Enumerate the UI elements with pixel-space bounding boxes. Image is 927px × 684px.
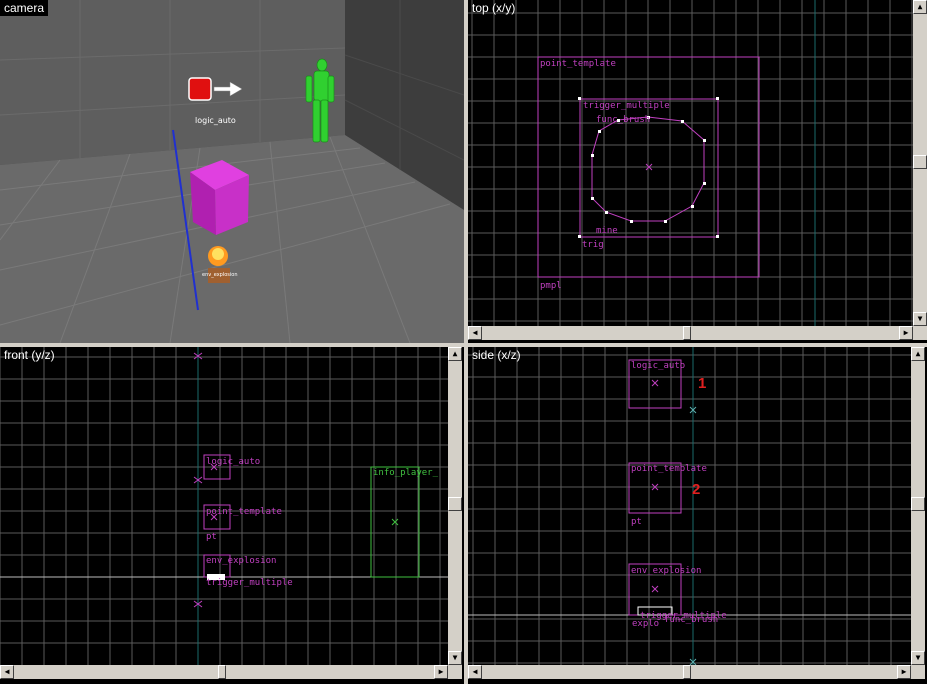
top-vscroll-thumb[interactable] [913,155,927,169]
side-marker-2: 2 [692,481,701,498]
top-hscroll-right-icon[interactable]: ▶ [899,326,913,340]
front-vscroll-down-icon[interactable]: ▼ [448,651,462,665]
top-label-pmpl: pmpl [540,281,562,291]
side-viewport-title: side (x/z) [472,348,521,362]
front-entities [0,347,448,665]
front-label-logic-auto: logic_auto [206,457,261,467]
front-label-pt: pt [206,532,217,542]
top-vscroll-up-icon[interactable]: ▲ [913,0,927,14]
top-label-trigger-multiple: trigger_multiple [583,101,670,111]
camera-scene [0,0,464,343]
side-vscroll-thumb[interactable] [911,497,925,511]
side-vscroll-up-icon[interactable]: ▲ [911,347,925,361]
side-vscroll-down-icon[interactable]: ▼ [911,651,925,665]
front-label-env-explosion: env_explosion [206,556,277,566]
camera-logic-auto-label: logic_auto [195,116,236,125]
front-scroll-corner [448,665,462,679]
top-viewport-title: top (x/y) [472,1,516,15]
front-hscroll-left-icon[interactable]: ◀ [0,665,14,679]
side-label-logic-auto: logic_auto [631,361,686,371]
front-label-info-player: info_player_ [373,468,439,478]
top-label-func-brush: func_brush [596,115,651,125]
front-vscroll-up-icon[interactable]: ▲ [448,347,462,361]
side-label-func-brush: func_brush [664,615,719,625]
side-viewport[interactable]: side (x/z) logic_auto point_template pt … [468,347,927,684]
top-label-point-template: point_template [540,59,616,69]
front-vscroll-thumb[interactable] [448,497,462,511]
front-hscroll-thumb[interactable] [218,665,226,679]
side-label-env-explosion: env_explosion [631,566,702,576]
side-label-explo: explo [632,619,660,629]
top-hscroll-left-icon[interactable]: ◀ [468,326,482,340]
front-label-trigger-multiple: trigger_multiple [206,578,293,588]
top-label-trig: trig [582,240,604,250]
front-hscroll-right-icon[interactable]: ▶ [434,665,448,679]
top-hscrollbar[interactable]: ◀ ▶ [468,326,913,340]
side-marker-1: 1 [698,375,707,392]
side-label-pt: pt [631,517,642,527]
side-hscroll-thumb[interactable] [683,665,691,679]
front-vscrollbar[interactable]: ▲ ▼ [448,347,462,665]
top-label-mine: mine [596,226,618,236]
camera-viewport[interactable]: camera logic_auto env_explosion [0,0,464,343]
top-vscrollbar[interactable]: ▲ ▼ [913,0,927,326]
side-hscroll-right-icon[interactable]: ▶ [897,665,911,679]
top-viewport[interactable]: top (x/y) point_template trigger_multipl… [468,0,927,343]
side-vscrollbar[interactable]: ▲ ▼ [911,347,925,665]
side-label-point-template: point_template [631,464,707,474]
top-vscroll-down-icon[interactable]: ▼ [913,312,927,326]
side-scroll-corner [911,665,925,679]
side-hscrollbar[interactable]: ◀ ▶ [468,665,911,679]
front-viewport-title: front (y/z) [4,348,55,362]
front-viewport[interactable]: front (y/z) logic_auto point_template pt… [0,347,464,684]
front-hscrollbar[interactable]: ◀ ▶ [0,665,448,679]
side-hscroll-left-icon[interactable]: ◀ [468,665,482,679]
top-entities [537,0,816,326]
top-hscroll-thumb[interactable] [683,326,691,340]
camera-explosion-label: env_explosion [202,272,238,278]
camera-viewport-title: camera [0,0,49,16]
top-scroll-corner [913,326,927,340]
front-label-point-template: point_template [206,507,282,517]
